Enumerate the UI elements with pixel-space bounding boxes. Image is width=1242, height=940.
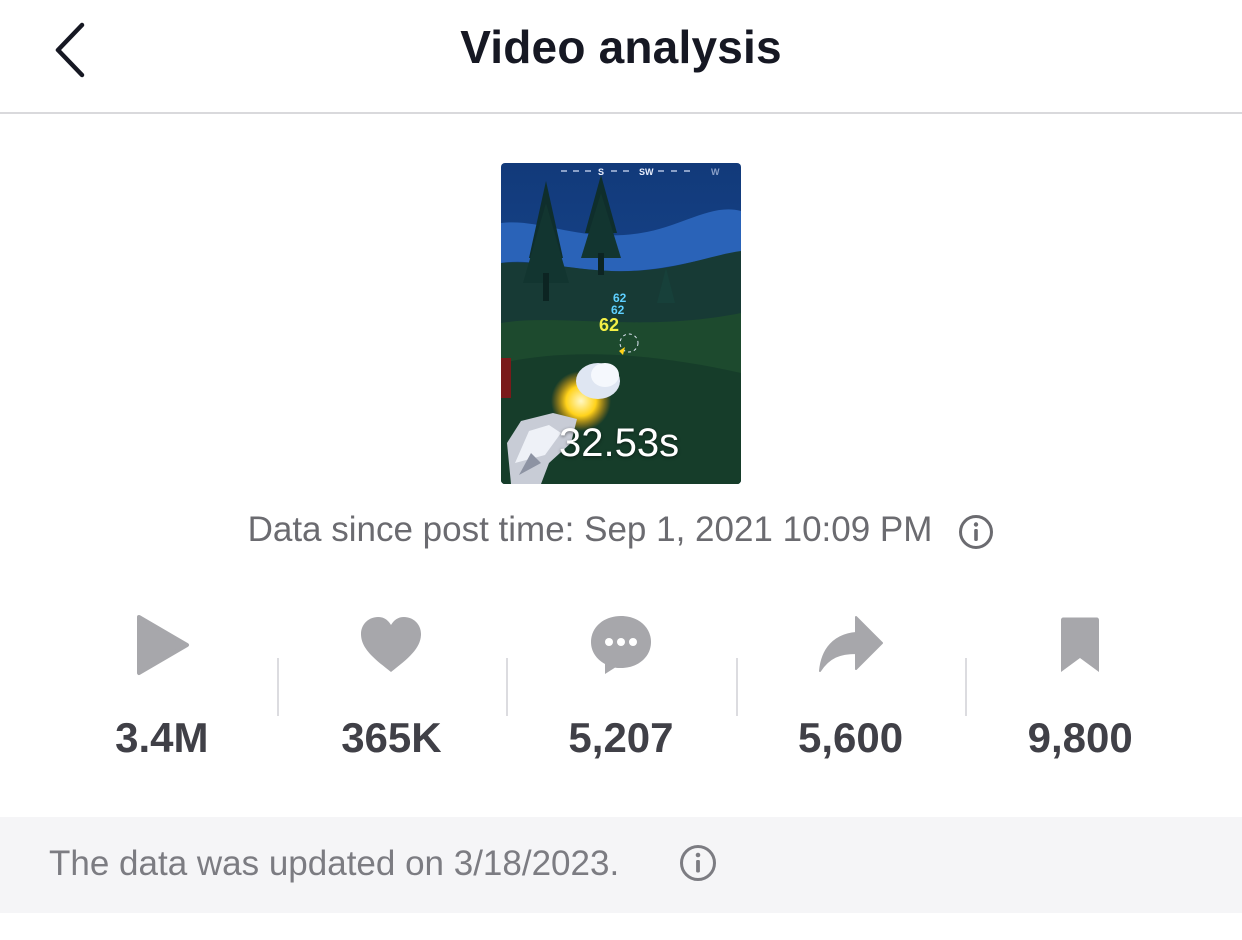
- post-time-row: Data since post time: Sep 1, 2021 10:09 …: [0, 510, 1242, 550]
- stat-shares[interactable]: 5,600: [735, 608, 966, 768]
- update-notice-text: The data was updated on 3/18/2023.: [49, 844, 620, 883]
- stat-saves[interactable]: 9,800: [965, 608, 1195, 768]
- page-bottom: [0, 913, 1242, 940]
- svg-text:W: W: [711, 167, 720, 177]
- svg-text:SW: SW: [639, 167, 654, 177]
- views-count: 3.4M: [115, 714, 209, 761]
- comment-icon: [590, 616, 651, 674]
- heart-icon: [361, 617, 422, 672]
- bookmark-icon: [1061, 617, 1100, 672]
- share-icon: [818, 616, 883, 672]
- update-notice: The data was updated on 3/18/2023.: [0, 817, 1242, 913]
- page-title: Video analysis: [460, 21, 782, 73]
- video-analysis-page: Video analysis S SW W 62 62 62 32.53s Da…: [0, 0, 1242, 940]
- likes-count: 365K: [341, 714, 442, 761]
- stat-views[interactable]: 3.4M: [47, 608, 277, 768]
- svg-text:62: 62: [599, 315, 619, 335]
- saves-count: 9,800: [1027, 714, 1133, 761]
- svg-text:S: S: [598, 167, 604, 177]
- comments-count: 5,207: [568, 714, 674, 761]
- video-thumbnail[interactable]: S SW W 62 62 62 32.53s: [501, 163, 741, 484]
- header: Video analysis: [0, 0, 1242, 114]
- stat-comments[interactable]: 5,207: [506, 608, 736, 768]
- info-icon[interactable]: [958, 514, 994, 550]
- stat-likes[interactable]: 365K: [276, 608, 507, 768]
- shares-count: 5,600: [798, 714, 904, 761]
- video-duration: 32.53s: [559, 421, 680, 465]
- stats-row: 3.4M 365K 5,207 5,600 9,800: [47, 608, 1195, 768]
- info-icon[interactable]: [679, 844, 717, 882]
- post-time-label: Data since post time: Sep 1, 2021 10:09 …: [247, 510, 933, 549]
- play-icon: [136, 615, 189, 675]
